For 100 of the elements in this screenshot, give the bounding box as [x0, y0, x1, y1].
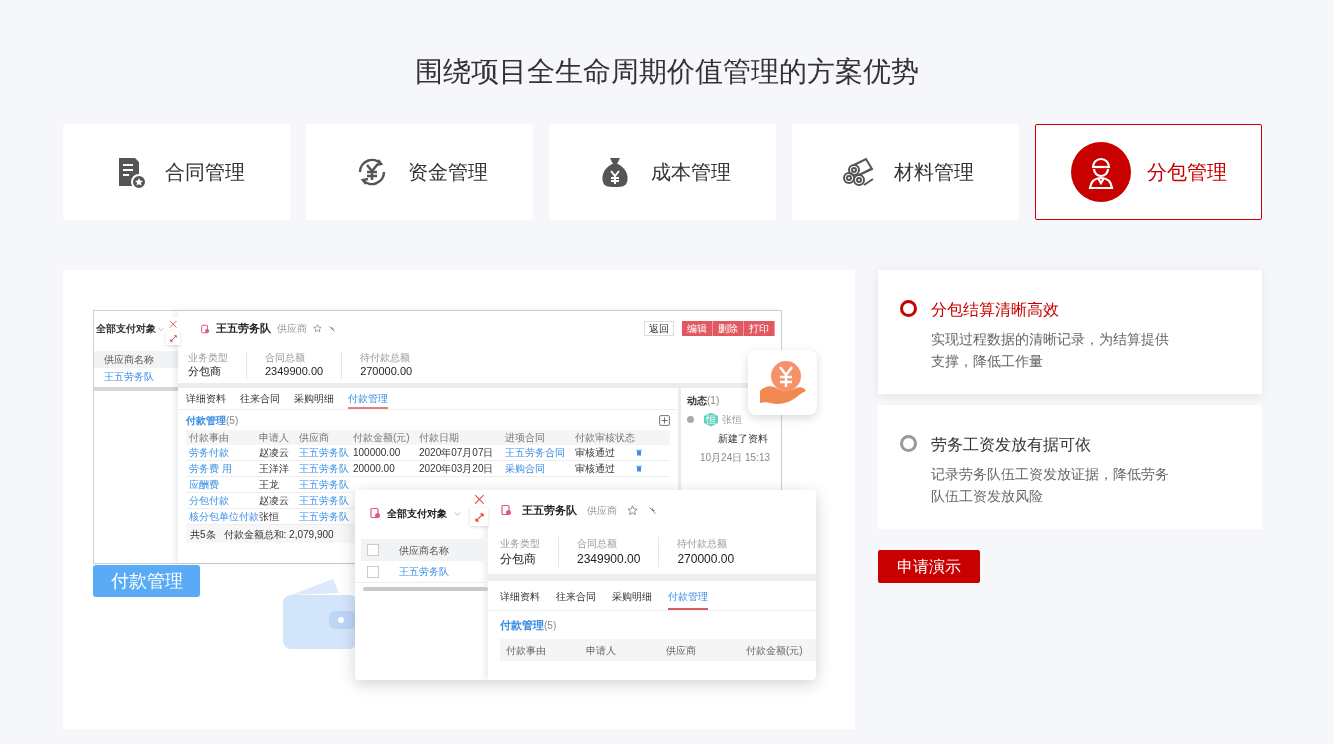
stat-label: 待付款总额: [677, 537, 729, 551]
add-icon[interactable]: [659, 414, 670, 426]
star-icon[interactable]: [627, 504, 638, 516]
feature-title: 分包结算清晰高效: [931, 300, 1060, 320]
close-icon: [168, 319, 178, 329]
feature-description: 实现过程数据的清晰记录，为结算提供支撑，降低工作量: [931, 330, 1170, 371]
yuan-hand-icon: [757, 358, 808, 407]
table-cell-text: 20000.00: [352, 462, 396, 475]
stat-label: 业务类型: [188, 350, 228, 364]
payment-total: 付款金额总和: 2,079,900: [223, 527, 334, 542]
stat-value: 270000.00: [677, 551, 735, 567]
action-button[interactable]: 编辑: [682, 321, 713, 336]
stat-label: 业务类型: [500, 537, 540, 551]
column-header: 付款事由: [188, 431, 230, 444]
filter-dropdown[interactable]: 全部支付对象: [387, 505, 447, 521]
stat-value: 分包商: [188, 363, 222, 379]
supplier-tag: 供应商: [277, 321, 307, 336]
checkbox[interactable]: [367, 565, 379, 578]
table-cell-text: 王洋洋: [258, 462, 290, 475]
activity-title: 动态(1): [687, 394, 721, 408]
expand-button[interactable]: [470, 508, 488, 526]
module-tab[interactable]: 材料管理: [792, 124, 1019, 220]
row-count: 共5条: [190, 527, 216, 542]
section-title: 付款管理(5): [186, 413, 239, 428]
page-title: 围绕项目全生命周期价值管理的方案优势: [414, 55, 920, 89]
tab[interactable]: 付款管理: [668, 589, 708, 610]
caption-label: 付款管理: [93, 565, 200, 597]
column-header: 付款日期: [418, 431, 460, 444]
tab[interactable]: 付款管理: [348, 392, 388, 409]
star-icon[interactable]: [313, 324, 322, 333]
expand-icon: [169, 334, 177, 342]
stat-label: 合同总额: [577, 537, 618, 551]
clipboard-icon: [200, 323, 210, 334]
stat-label: 合同总额: [265, 350, 306, 364]
clipboard-icon: [500, 504, 512, 516]
table-header: 供应商名称: [399, 543, 449, 558]
supplier-link[interactable]: 王五劳务队: [94, 368, 178, 385]
table-cell-text: 赵凌云: [258, 494, 290, 507]
column-header: 付款事由: [505, 643, 547, 658]
table-cell-text: 2020年03月20日: [418, 462, 495, 475]
table-cell-text: 张恒: [258, 510, 280, 523]
demo-button[interactable]: 申请演示: [878, 550, 980, 583]
column-header: 进项合同: [504, 431, 546, 444]
column-header: 付款金额(元): [745, 643, 804, 658]
action-button[interactable]: 打印: [744, 321, 775, 336]
table-cell-text: 100000.00: [352, 446, 402, 459]
module-tab[interactable]: 分包管理: [1035, 124, 1262, 220]
supplier-link[interactable]: 王五劳务队: [399, 564, 449, 579]
table-header: 供应商名称: [94, 351, 178, 368]
close-icon: [473, 493, 485, 505]
stat-value: 270000.00: [360, 363, 413, 379]
module-tab[interactable]: 成本管理: [549, 124, 776, 220]
tab[interactable]: 采购明细: [294, 392, 334, 409]
table-link[interactable]: 采购合同: [502, 462, 572, 475]
table-link[interactable]: 分包付款: [186, 494, 256, 507]
tab[interactable]: 详细资料: [186, 392, 226, 409]
tab[interactable]: 往来合同: [556, 589, 596, 610]
action-button[interactable]: 删除: [713, 321, 744, 336]
table-link[interactable]: 王五劳务队: [296, 494, 350, 507]
table-link[interactable]: 劳务付款: [186, 446, 256, 459]
table-cell-text: 2020年07月07日: [418, 446, 495, 459]
tab[interactable]: 往来合同: [240, 392, 280, 409]
scrollbar[interactable]: [94, 387, 178, 391]
table-link[interactable]: 王五劳务合同: [502, 446, 572, 459]
table-link[interactable]: 应酬费: [186, 478, 256, 491]
radio-icon: [900, 300, 917, 317]
column-header: 供应商: [298, 431, 330, 444]
table-link[interactable]: 王五劳务队: [296, 462, 350, 475]
column-header: 付款审核状态: [574, 431, 636, 444]
tab[interactable]: 详细资料: [500, 589, 540, 610]
table-cell-text: 审核通过: [574, 446, 616, 459]
trash-icon[interactable]: [636, 449, 642, 456]
clipboard-icon: [369, 507, 381, 519]
stat-label: 待付款总额: [360, 350, 412, 364]
module-tab[interactable]: 资金管理: [306, 124, 533, 220]
table-cell-text: 审核通过: [574, 462, 616, 475]
table-link[interactable]: 劳务费 用: [186, 462, 256, 475]
table-link[interactable]: 王五劳务队: [296, 510, 350, 523]
feature-card[interactable]: 劳务工资发放有据可依 记录劳务队伍工资发放证据，降低劳务队伍工资发放风险: [878, 405, 1262, 529]
column-header: 供应商: [665, 643, 697, 658]
stat-value: 2349900.00: [265, 363, 324, 379]
table-link[interactable]: 王五劳务队: [296, 478, 350, 491]
table-cell-text: 赵凌云: [258, 446, 290, 459]
module-tab[interactable]: 合同管理: [63, 124, 290, 220]
activity-time: 10月24日 15:13: [699, 451, 772, 465]
feature-description: 记录劳务队伍工资发放证据，降低劳务队伍工资发放风险: [931, 465, 1170, 506]
feature-card[interactable]: 分包结算清晰高效 实现过程数据的清晰记录，为结算提供支撑，降低工作量: [878, 270, 1262, 394]
scrollbar[interactable]: [363, 587, 488, 591]
checkbox[interactable]: [367, 544, 379, 556]
worker-icon: [1070, 142, 1131, 202]
trash-icon[interactable]: [636, 465, 642, 472]
activity-text: 新建了资料: [717, 432, 769, 446]
back-button[interactable]: 返回: [644, 321, 674, 336]
supplier-tag: 供应商: [587, 502, 617, 518]
expand-button[interactable]: [166, 331, 180, 345]
filter-dropdown[interactable]: 全部支付对象: [96, 321, 156, 336]
table-link[interactable]: 王五劳务队: [296, 446, 350, 459]
tab[interactable]: 采购明细: [612, 589, 652, 610]
activity-user: 张恒: [722, 413, 742, 427]
supplier-name: 王五劳务队: [522, 502, 577, 518]
